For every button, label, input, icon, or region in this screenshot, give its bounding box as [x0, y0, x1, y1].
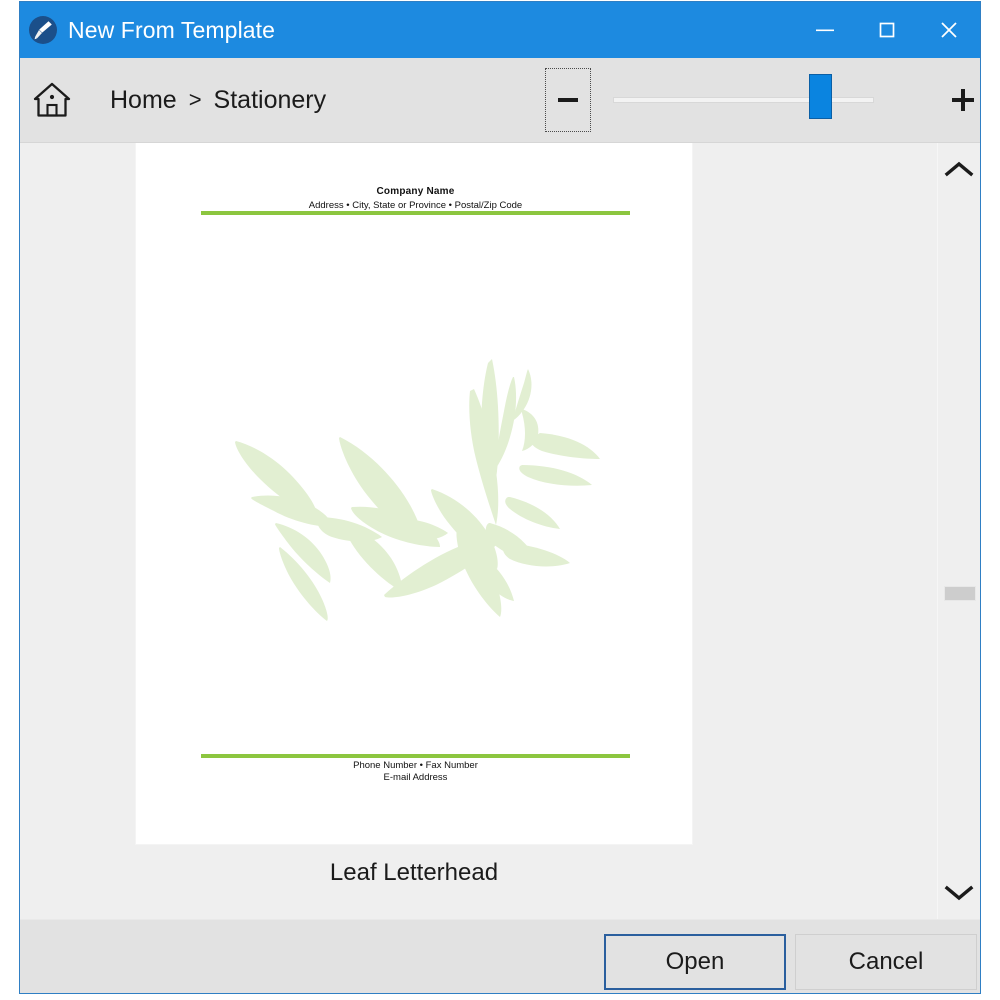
template-name-label: Leaf Letterhead: [329, 859, 499, 886]
new-from-template-window: New From Template Home > Stationery Comp…: [19, 1, 981, 994]
chevron-up-icon: [944, 161, 974, 177]
template-footer-block: Phone Number • Fax Number E-mail Address: [201, 760, 630, 785]
paint-brush-glyph: [34, 21, 52, 40]
scroll-down-button[interactable]: [938, 873, 980, 913]
template-page-preview[interactable]: Company Name Address • City, State or Pr…: [136, 143, 692, 844]
breadcrumb-separator: >: [188, 87, 202, 112]
window-title: New From Template: [68, 16, 276, 43]
zoom-in-button[interactable]: [946, 80, 980, 120]
title-bar: New From Template: [20, 2, 980, 58]
template-address-line: Address • City, State or Province • Post…: [308, 199, 523, 211]
toolbar: Home > Stationery: [20, 58, 980, 143]
breadcrumb-item-stationery[interactable]: Stationery: [214, 86, 327, 115]
template-company-name: Company Name: [376, 186, 455, 197]
zoom-slider-thumb[interactable]: [808, 74, 832, 119]
zoom-slider-track: [612, 97, 875, 103]
home-button[interactable]: [30, 78, 74, 122]
template-preview-area: Company Name Address • City, State or Pr…: [20, 143, 980, 919]
close-button[interactable]: [918, 2, 980, 58]
plus-icon-vertical: [961, 89, 966, 111]
template-rule-top: [201, 211, 630, 215]
close-icon: [941, 22, 957, 38]
breadcrumb-item-home[interactable]: Home: [110, 86, 177, 115]
leaf-branch-illustration: [235, 359, 600, 621]
window-controls: [794, 2, 980, 58]
template-rule-bottom: [201, 754, 630, 758]
chevron-down-icon: [944, 885, 974, 901]
scrollbar-thumb[interactable]: [944, 586, 976, 601]
dialog-button-bar: Open Cancel: [20, 919, 980, 993]
minus-icon: [557, 98, 578, 102]
template-email-line: E-mail Address: [383, 772, 448, 784]
vertical-scrollbar[interactable]: [937, 143, 980, 919]
breadcrumb: Home > Stationery: [110, 86, 326, 115]
scroll-up-button[interactable]: [938, 149, 980, 189]
minimize-icon: [816, 29, 834, 32]
cancel-button[interactable]: Cancel: [795, 934, 977, 990]
template-header-block: Company Name Address • City, State or Pr…: [201, 186, 630, 211]
zoom-controls: [525, 58, 980, 142]
minimize-button[interactable]: [794, 2, 856, 58]
open-button[interactable]: Open: [604, 934, 786, 990]
paint-brush-icon: [29, 16, 57, 44]
maximize-button[interactable]: [856, 2, 918, 58]
home-icon: [33, 82, 71, 117]
zoom-out-button[interactable]: [545, 68, 591, 132]
zoom-slider[interactable]: [612, 68, 875, 132]
maximize-icon: [879, 22, 895, 38]
template-phone-line: Phone Number • Fax Number: [353, 760, 478, 771]
